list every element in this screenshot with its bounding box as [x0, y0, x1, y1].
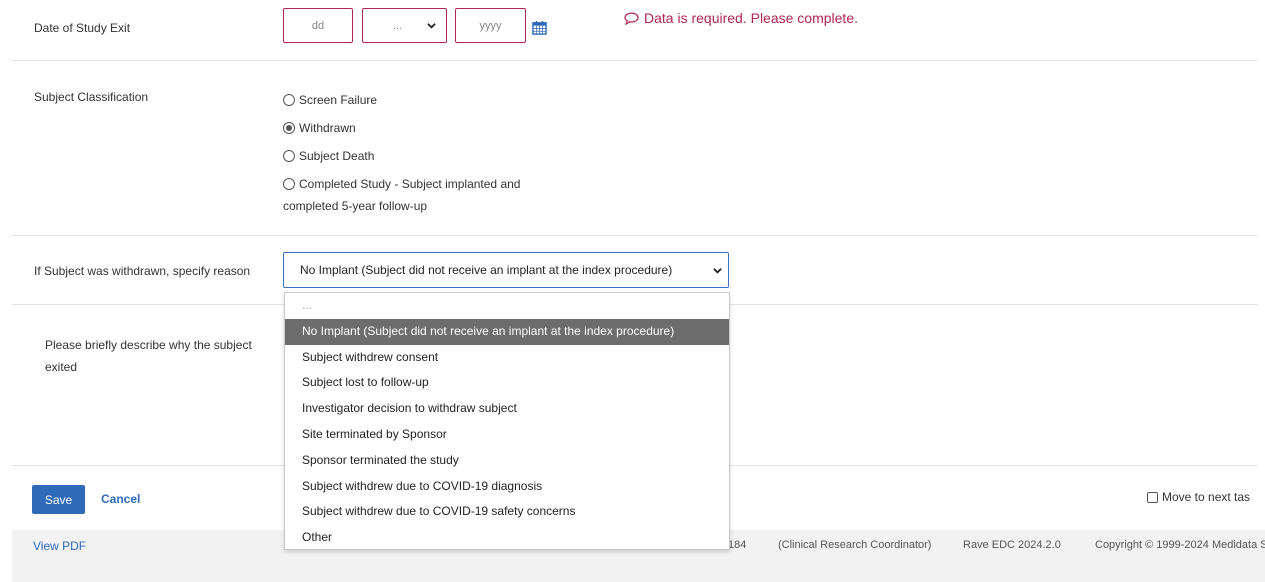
chevron-down-icon [713, 267, 722, 274]
dropdown-option[interactable]: Subject withdrew due to COVID-19 safety … [285, 499, 729, 525]
dropdown-option[interactable]: Other [285, 525, 729, 551]
calendar-icon[interactable] [532, 20, 547, 35]
exit-year-input[interactable]: yyyy [455, 8, 526, 43]
exit-year-placeholder: yyyy [479, 19, 502, 32]
exit-month-value: ... [393, 19, 403, 32]
footer-version: Rave EDC 2024.2.0 [963, 539, 1061, 551]
exit-date-label: Date of Study Exit [34, 21, 131, 35]
footer-user-role: (Clinical Research Coordinator) [778, 539, 932, 551]
radio-screen-failure[interactable]: Screen Failure [283, 89, 377, 111]
withdraw-reason-selected: No Implant (Subject did not receive an i… [300, 263, 673, 277]
describe-label-line1: Please briefly describe why the subject [45, 338, 252, 352]
radio-button-checked[interactable] [283, 122, 295, 134]
dropdown-option[interactable]: Subject lost to follow-up [285, 370, 729, 396]
classification-label: Subject Classification [34, 90, 149, 104]
withdraw-reason-select[interactable]: No Implant (Subject did not receive an i… [283, 252, 729, 288]
required-error-message: Data is required. Please complete. [624, 10, 858, 26]
radio-label: Withdrawn [299, 121, 356, 135]
withdraw-reason-label: If Subject was withdrawn, specify reason [34, 264, 251, 278]
radio-button[interactable] [283, 94, 295, 106]
describe-label: Please briefly describe why the subject … [45, 334, 252, 378]
dropdown-option[interactable]: ... [285, 293, 729, 319]
radio-label: Subject Death [299, 149, 375, 163]
exit-month-select[interactable]: ... [362, 8, 447, 43]
radio-label-line1: Completed Study - Subject implanted and [299, 177, 521, 191]
save-button[interactable]: Save [32, 485, 85, 514]
footer-copyright: Copyright © 1999-2024 Medidata S [1095, 539, 1265, 551]
dropdown-option[interactable]: Site terminated by Sponsor [285, 422, 729, 448]
dropdown-option[interactable]: Sponsor terminated the study [285, 448, 729, 474]
radio-completed-study[interactable]: Completed Study - Subject implanted and … [283, 173, 520, 217]
checkbox[interactable] [1147, 491, 1158, 503]
exit-day-placeholder: dd [311, 19, 325, 32]
radio-label: Completed Study - Subject implanted and … [283, 173, 521, 217]
radio-subject-death[interactable]: Subject Death [283, 145, 374, 167]
required-error-text: Data is required. Please complete. [644, 10, 858, 26]
chevron-down-icon [427, 23, 436, 29]
view-pdf-link[interactable]: View PDF [33, 539, 86, 553]
withdraw-reason-dropdown-list: ... No Implant (Subject did not receive … [284, 292, 730, 550]
dropdown-option[interactable]: Subject withdrew consent [285, 345, 729, 371]
radio-button[interactable] [283, 178, 295, 190]
classification-row: Subject Classification [12, 61, 1258, 236]
cancel-link[interactable]: Cancel [101, 492, 140, 506]
radio-label: Screen Failure [299, 93, 378, 107]
dropdown-option-selected[interactable]: No Implant (Subject did not receive an i… [285, 318, 729, 345]
comment-icon [624, 12, 639, 25]
edc-form-page: Date of Study Exit dd ... yyyy Data is r… [0, 0, 1265, 582]
radio-button[interactable] [283, 150, 295, 162]
describe-label-line2: exited [45, 360, 78, 374]
radio-withdrawn[interactable]: Withdrawn [283, 117, 356, 139]
radio-label-line2: completed 5-year follow-up [283, 199, 428, 213]
footer-user-id: 184 [728, 539, 747, 551]
dropdown-option[interactable]: Subject withdrew due to COVID-19 diagnos… [285, 474, 729, 500]
move-to-next-task-label: Move to next tas [1162, 490, 1251, 504]
dropdown-option[interactable]: Investigator decision to withdraw subjec… [285, 396, 729, 422]
move-to-next-task-checkbox[interactable]: Move to next tas [1147, 490, 1250, 504]
exit-day-input[interactable]: dd [283, 8, 353, 43]
